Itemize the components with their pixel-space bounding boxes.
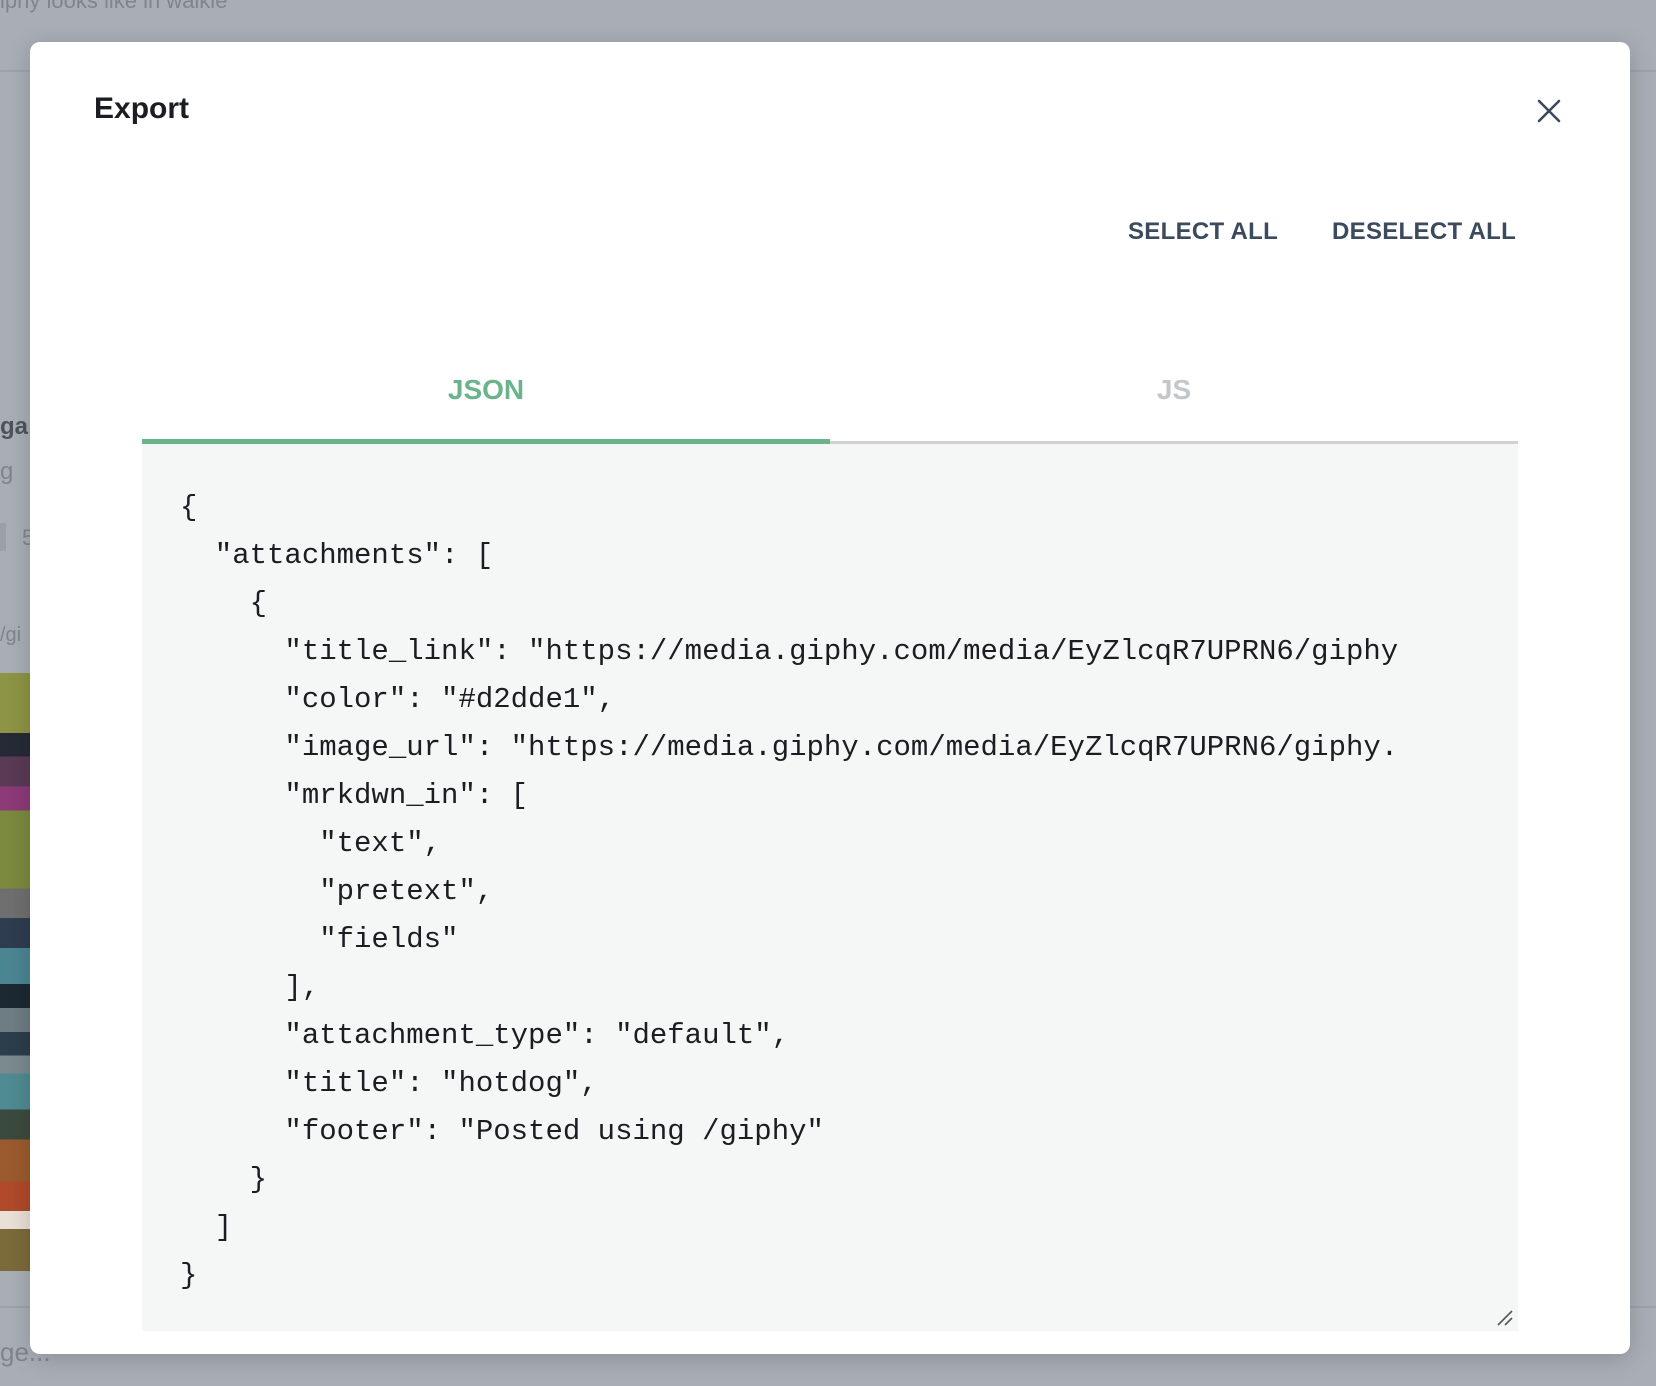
code-line: "color": "#d2dde1", [180, 683, 616, 716]
deselect-all-button[interactable]: DESELECT ALL [1332, 218, 1516, 246]
code-line: ] [180, 1211, 233, 1244]
resize-handle-icon[interactable] [1494, 1307, 1514, 1327]
code-line: "attachments": [ [180, 539, 494, 572]
tab-js[interactable]: JS [830, 338, 1518, 441]
code-line: "title": "hotdog", [180, 1067, 598, 1100]
code-line: "text", [180, 827, 442, 860]
background-user-sub: g [0, 458, 14, 485]
code-line: "title_link": "https://media.giphy.com/m… [180, 635, 1399, 668]
code-content: { "attachments": [ { "title_link": "http… [180, 484, 1398, 1300]
close-button[interactable] [1530, 92, 1568, 130]
code-line: { [180, 491, 198, 524]
code-line: } [180, 1163, 268, 1196]
export-modal: Export SELECT ALL DESELECT ALL JSON JS {… [30, 42, 1630, 1354]
code-line: "image_url": "https://media.giphy.com/me… [180, 731, 1399, 764]
background-chip [0, 523, 6, 551]
code-line: ], [180, 971, 320, 1004]
background-message-text: iphy looks like in walkie [0, 0, 228, 13]
tab-json[interactable]: JSON [142, 338, 830, 444]
format-tabs: JSON JS [142, 338, 1518, 444]
code-line: } [180, 1259, 198, 1292]
background-gif-image [0, 673, 30, 1271]
background-user-name: ga [0, 413, 29, 440]
code-line: "fields" [180, 923, 459, 956]
code-line: "pretext", [180, 875, 494, 908]
close-icon [1537, 99, 1561, 123]
modal-title: Export [94, 92, 190, 125]
export-code-textarea[interactable]: { "attachments": [ { "title_link": "http… [142, 444, 1518, 1331]
select-all-button[interactable]: SELECT ALL [1128, 218, 1278, 246]
code-line: "footer": "Posted using /giphy" [180, 1115, 824, 1148]
code-line: { [180, 587, 268, 620]
code-line: "attachment_type": "default", [180, 1019, 790, 1052]
code-line: "mrkdwn_in": [ [180, 779, 529, 812]
background-command-text: /gi [0, 624, 22, 646]
